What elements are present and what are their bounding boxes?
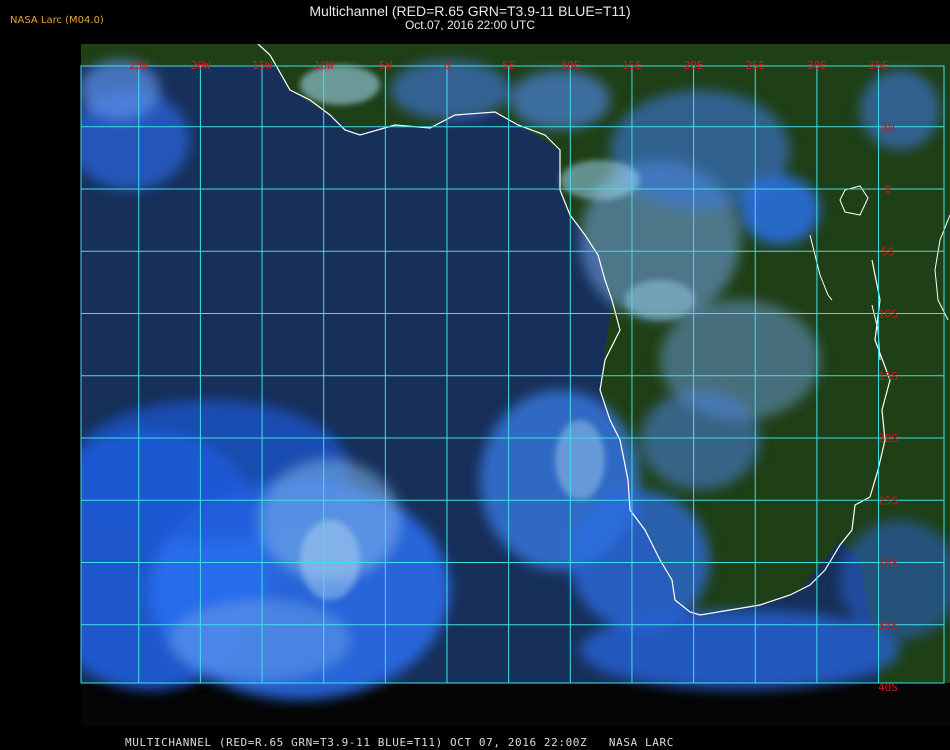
latitude-label: 35S xyxy=(878,619,898,632)
latitude-label: 10S xyxy=(878,308,898,321)
latitude-label: 15S xyxy=(878,370,898,383)
longitude-label: 10E xyxy=(560,59,580,72)
longitude-label: 25W xyxy=(129,59,149,72)
longitude-label: 15W xyxy=(252,59,272,72)
longitude-label: 20E xyxy=(684,59,704,72)
latitude-label: 0 xyxy=(885,183,892,196)
latitude-label: 40S xyxy=(878,681,898,694)
latitude-label: 30S xyxy=(878,557,898,570)
latitude-label: 25S xyxy=(878,494,898,507)
longitude-label: 25E xyxy=(745,59,765,72)
longitude-label: 15E xyxy=(622,59,642,72)
latitude-label: 20S xyxy=(878,432,898,445)
footer-caption: MULTICHANNEL (RED=R.65 GRN=T3.9-11 BLUE=… xyxy=(125,736,674,749)
longitude-label: 10W xyxy=(314,59,334,72)
longitude-label: 20W xyxy=(190,59,210,72)
longitude-label: 30E xyxy=(807,59,827,72)
longitude-label: 0 xyxy=(444,59,451,72)
latitude-label: 5S xyxy=(881,245,894,258)
longitude-label: 5W xyxy=(379,59,393,72)
longitude-label: 5E xyxy=(502,59,515,72)
latitude-label: 5N xyxy=(881,121,894,134)
imagery-layer xyxy=(81,44,950,700)
satellite-map[interactable]: 25W 20W 15W 10W 5W 0 5E 10E 15E 20E 25E 30E 35E 5N 0 5… xyxy=(0,0,950,750)
longitude-label: 35E xyxy=(869,59,889,72)
